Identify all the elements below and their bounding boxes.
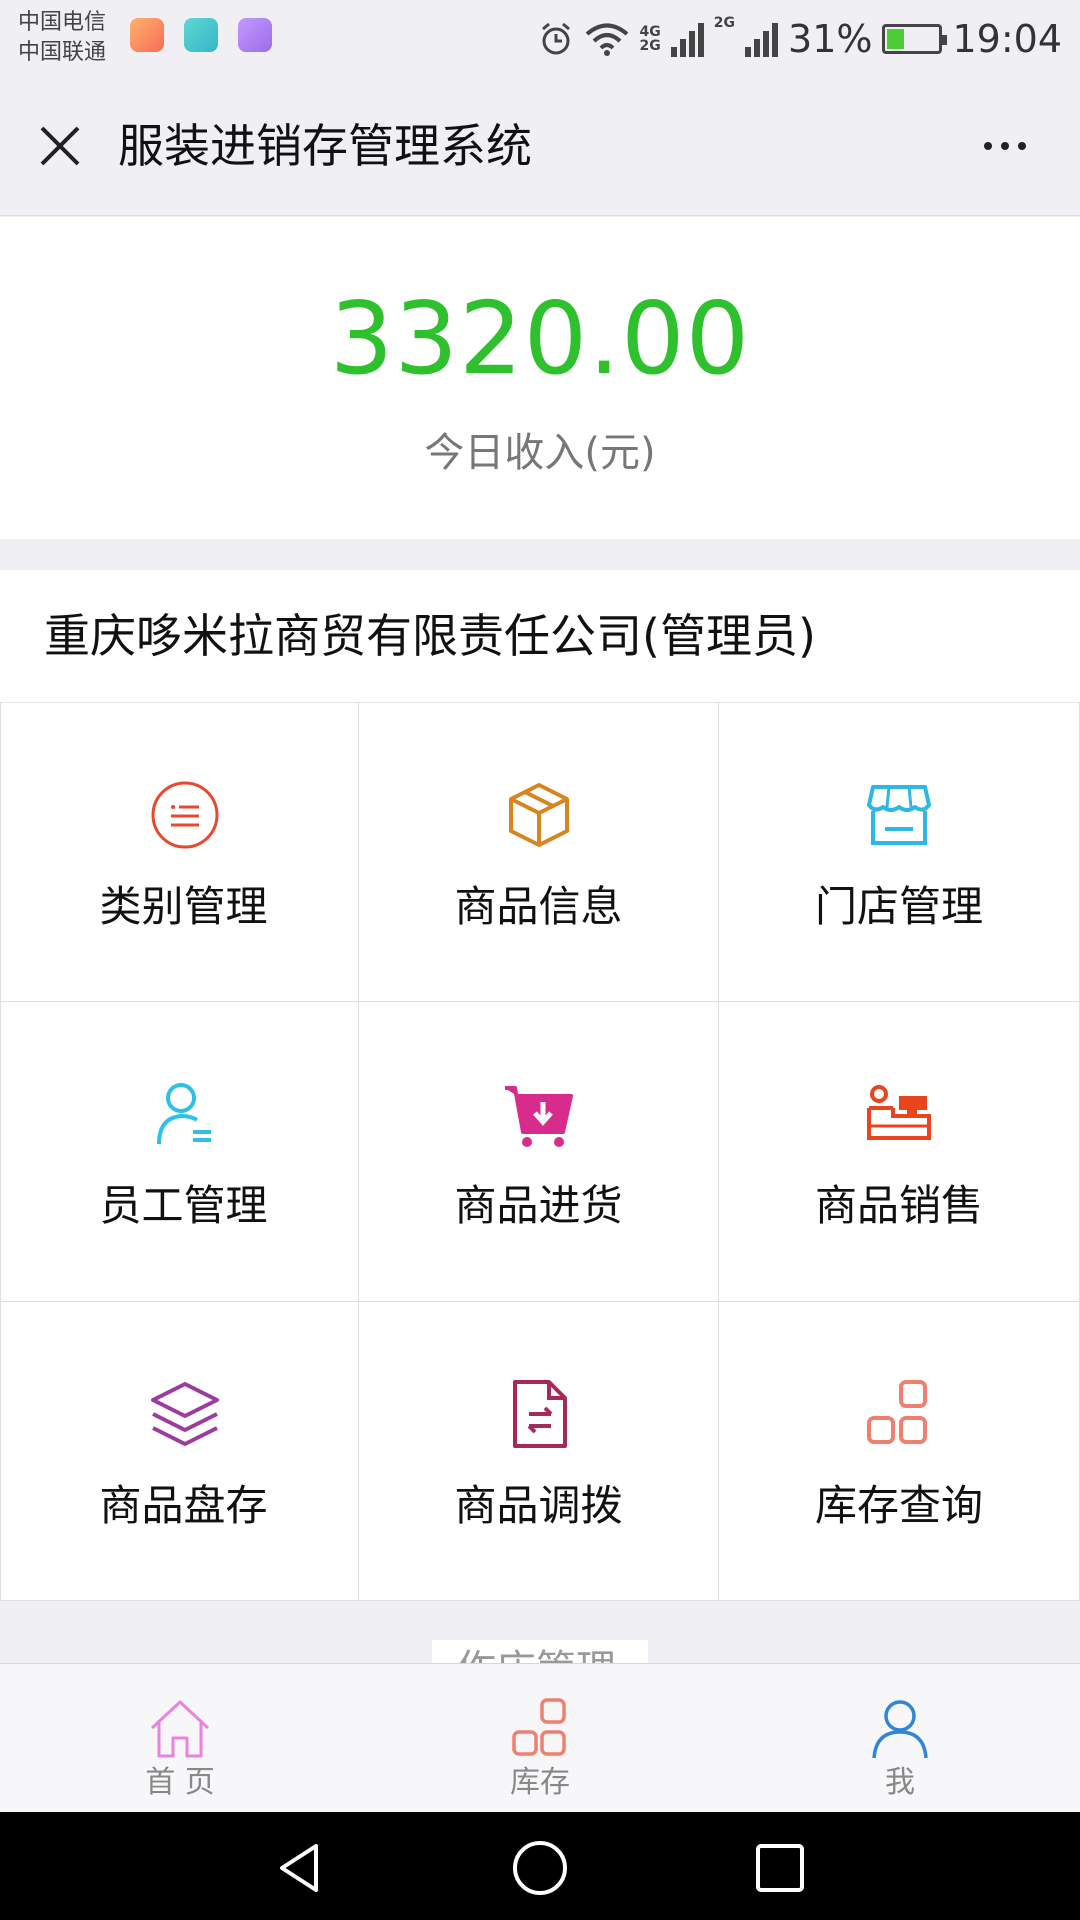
- close-icon: [40, 126, 80, 166]
- grid-item-label: 商品销售: [814, 1181, 983, 1230]
- user-icon: [868, 1696, 932, 1760]
- gallery-app-icon: [238, 18, 272, 52]
- alarm-icon: [541, 22, 570, 55]
- tab-label: 我: [885, 1765, 915, 1800]
- category-list-icon: [149, 779, 221, 851]
- grid-item-label: 库存查询: [814, 1481, 983, 1530]
- network-type-2: 2G: [713, 15, 736, 31]
- grid-item-label: 商品进货: [454, 1181, 623, 1230]
- employee-icon: [149, 1078, 221, 1150]
- more-dots-icon: [984, 142, 992, 150]
- battery-percent: 31%: [788, 17, 873, 61]
- tab-home[interactable]: 首 页: [0, 1664, 360, 1813]
- system-navigation-bar: [0, 1812, 1080, 1920]
- grid-item-category-management[interactable]: 类别管理: [0, 703, 359, 1002]
- shopping-cart-download-icon: [503, 1078, 575, 1150]
- tab-label: 首 页: [145, 1765, 215, 1800]
- wifi-icon: [585, 23, 628, 56]
- page-title: 服装进销存管理系统: [118, 119, 532, 173]
- grid-item-product-sales[interactable]: 商品销售: [719, 1002, 1080, 1302]
- battery-icon: [882, 24, 948, 54]
- grid-item-stock-taking[interactable]: 商品盘存: [0, 1302, 359, 1601]
- tab-label: 库存: [510, 1765, 570, 1800]
- network-type-1: 4G 2G: [639, 24, 661, 54]
- carrier-info: 中国电信 中国联通: [18, 8, 106, 68]
- home-circle-icon: [513, 1841, 567, 1895]
- package-box-icon: [503, 779, 575, 851]
- grid-item-label: 商品调拨: [454, 1481, 623, 1530]
- carrier-2: 中国联通: [18, 40, 107, 65]
- inventory-grid-icon: [863, 1378, 935, 1450]
- status-bar: 中国电信 中国联通 4G 2G 2G 31% 19:04: [0, 0, 1080, 80]
- close-button[interactable]: [30, 116, 90, 176]
- income-value: 3320.00: [329, 280, 751, 397]
- income-panel: 3320.00 今日收入(元): [0, 217, 1080, 539]
- grid-item-label: 商品盘存: [99, 1481, 268, 1530]
- music-app-icon: [130, 18, 164, 52]
- recents-square-icon: [756, 1844, 804, 1892]
- signal-icon-1: [670, 21, 704, 57]
- back-button[interactable]: [270, 1838, 330, 1898]
- grid-item-label: 商品信息: [454, 882, 623, 931]
- status-indicators: 4G 2G 2G 31% 19:04: [538, 14, 1062, 64]
- layers-icon: [149, 1378, 221, 1450]
- income-label: 今日收入(元): [424, 430, 656, 476]
- next-section-header: 作店管理: [432, 1640, 648, 1664]
- grid-item-employee-management[interactable]: 员工管理: [0, 1002, 359, 1302]
- grid-item-inventory-query[interactable]: 库存查询: [719, 1302, 1080, 1601]
- transfer-document-icon: [503, 1378, 575, 1450]
- back-triangle-icon: [280, 1844, 318, 1892]
- signal-icon-2: [745, 21, 779, 57]
- grid-item-product-info[interactable]: 商品信息: [359, 703, 719, 1002]
- battery-level: [887, 29, 905, 49]
- function-grid: 类别管理 商品信息 门店管理 员工管理 商品进货 商品销售 商品盘存 商品调拨 …: [0, 703, 1080, 1601]
- grid-item-store-management[interactable]: 门店管理: [719, 703, 1080, 1002]
- recents-button[interactable]: [750, 1838, 810, 1898]
- inventory-grid-icon: [508, 1696, 572, 1760]
- grid-item-product-purchase[interactable]: 商品进货: [359, 1002, 719, 1302]
- title-bar: 服装进销存管理系统: [0, 80, 1080, 216]
- phone-app-icon: [184, 18, 218, 52]
- more-menu-button[interactable]: [970, 116, 1040, 176]
- tab-me[interactable]: 我: [720, 1664, 1080, 1813]
- tab-inventory[interactable]: 库存: [360, 1664, 720, 1813]
- grid-item-product-transfer[interactable]: 商品调拨: [359, 1302, 719, 1601]
- clock: 19:04: [952, 17, 1062, 61]
- grid-item-label: 类别管理: [99, 882, 268, 931]
- company-name: 重庆哆米拉商贸有限责任公司(管理员): [44, 609, 816, 663]
- home-icon: [148, 1696, 212, 1760]
- company-header: 重庆哆米拉商贸有限责任公司(管理员): [0, 570, 1080, 703]
- bottom-tab-bar: 首 页 库存 我: [0, 1663, 1080, 1812]
- grid-item-label: 门店管理: [814, 882, 983, 931]
- cash-register-icon: [863, 1078, 935, 1150]
- grid-item-label: 员工管理: [99, 1181, 268, 1230]
- home-button[interactable]: [510, 1838, 570, 1898]
- store-icon: [863, 779, 935, 851]
- next-section-label: 作店管理: [456, 1646, 616, 1664]
- carrier-1: 中国电信: [18, 10, 107, 35]
